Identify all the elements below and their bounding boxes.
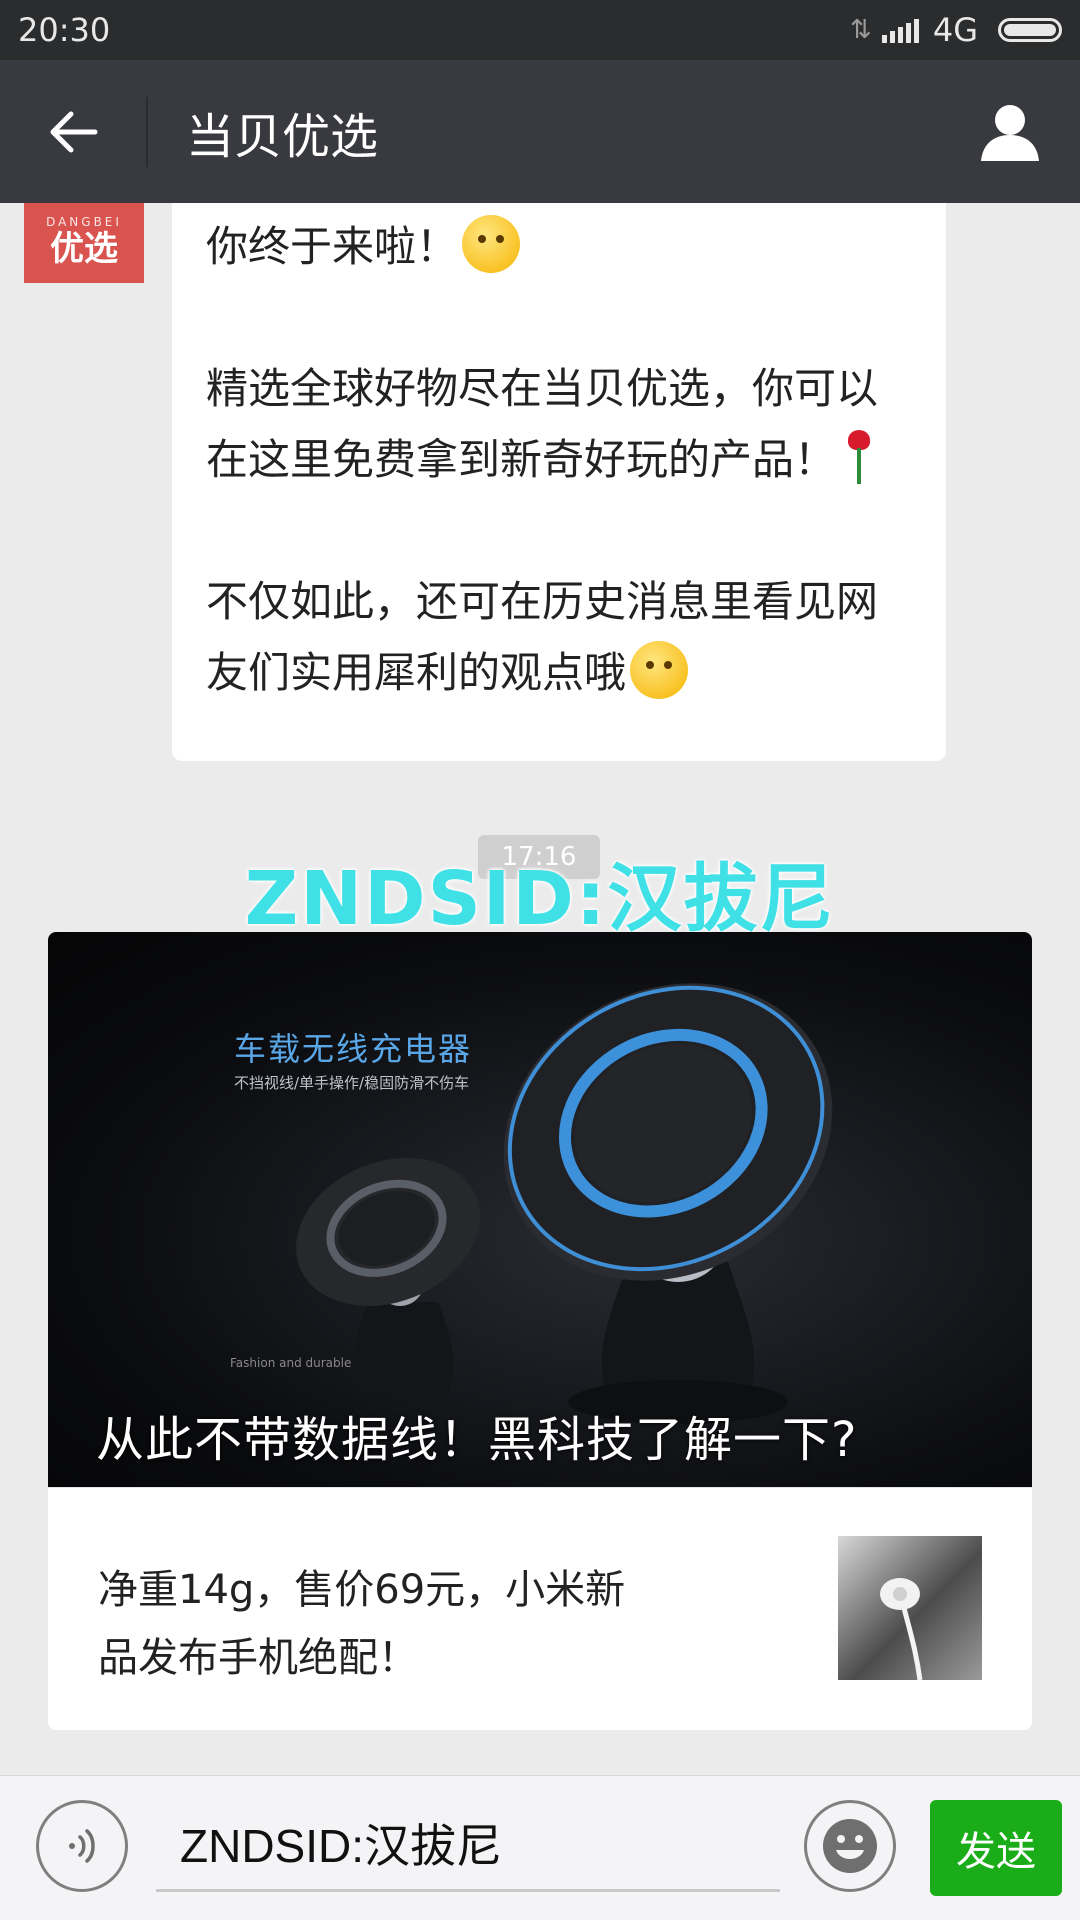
- message-text: 精选全球好物尽在当贝优选，你可以在这里免费拿到新奇好玩的产品！: [206, 364, 879, 484]
- nav-divider: [146, 96, 148, 167]
- arrow-left-icon: [50, 111, 98, 152]
- rose-icon: [844, 430, 874, 484]
- smirk-face-icon: [630, 641, 689, 699]
- clock: 20:30: [18, 11, 111, 49]
- status-indicators: ⇅ 4G: [850, 11, 1062, 49]
- emoji-button[interactable]: [804, 1800, 896, 1892]
- person-icon: [981, 104, 1039, 161]
- cover-headline: 车载无线充电器: [234, 1030, 473, 1068]
- avatar-main-text: 优选: [50, 229, 118, 269]
- data-transfer-icon: ⇅: [850, 15, 872, 45]
- smiley-icon: [823, 1819, 877, 1873]
- avatar-sub-text: DANGBEI: [46, 215, 122, 229]
- status-bar: 20:30 ⇅ 4G: [0, 0, 1080, 60]
- nav-bar: 当贝优选: [0, 60, 1080, 203]
- message-text: 你终于来啦！: [206, 222, 459, 271]
- profile-button[interactable]: [940, 60, 1080, 203]
- voice-button[interactable]: [36, 1800, 128, 1892]
- page-title: 当贝优选: [186, 108, 379, 165]
- message-line: 精选全球好物尽在当贝优选，你可以在这里免费拿到新奇好玩的产品！: [206, 353, 914, 495]
- avatar[interactable]: DANGBEI 优选: [24, 203, 144, 283]
- article-title: 从此不带数据线！黑科技了解一下?: [96, 1412, 858, 1468]
- message-line: 不仅如此，还可在历史消息里看见网友们实用犀利的观点哦: [206, 566, 914, 708]
- voice-icon: [69, 1829, 95, 1863]
- message-line: 你终于来啦！: [206, 211, 914, 282]
- article-thumbnail: [838, 1536, 982, 1680]
- article-list-item[interactable]: 净重14g，售价69元，小米新品发布手机绝配！: [48, 1487, 1032, 1730]
- send-button[interactable]: 发送: [930, 1800, 1062, 1896]
- battery-icon: [998, 18, 1062, 42]
- article-item-title: 净重14g，售价69元，小米新品发布手机绝配！: [98, 1567, 626, 1681]
- happy-face-icon: [462, 215, 521, 273]
- message-bubble[interactable]: 你终于来啦！ 精选全球好物尽在当贝优选，你可以在这里免费拿到新奇好玩的产品！ 不…: [172, 203, 946, 761]
- chat-area[interactable]: DANGBEI 优选 你终于来啦！ 精选全球好物尽在当贝优选，你可以在这里免费拿…: [0, 203, 1080, 1775]
- cover-tagline: 不挡视线/单手操作/稳固防滑不伤车: [234, 1074, 470, 1092]
- network-type: 4G: [932, 11, 978, 49]
- cover-small-text: Fashion and durable: [230, 1356, 352, 1370]
- message-text: 不仅如此，还可在历史消息里看见网友们实用犀利的观点哦: [206, 577, 879, 697]
- back-button[interactable]: [0, 60, 146, 203]
- earphone-image: [880, 1578, 923, 1680]
- message-input[interactable]: [156, 1796, 780, 1892]
- watermark-overlay: ZNDSID:汉拔尼: [244, 856, 836, 942]
- article-card[interactable]: 车载无线充电器 不挡视线/单手操作/稳固防滑不伤车 Fashion and du…: [48, 932, 1032, 1730]
- signal-icon: [881, 17, 919, 43]
- input-bar: 发送: [0, 1775, 1080, 1920]
- article-cover[interactable]: 车载无线充电器 不挡视线/单手操作/稳固防滑不伤车 Fashion and du…: [48, 932, 1032, 1487]
